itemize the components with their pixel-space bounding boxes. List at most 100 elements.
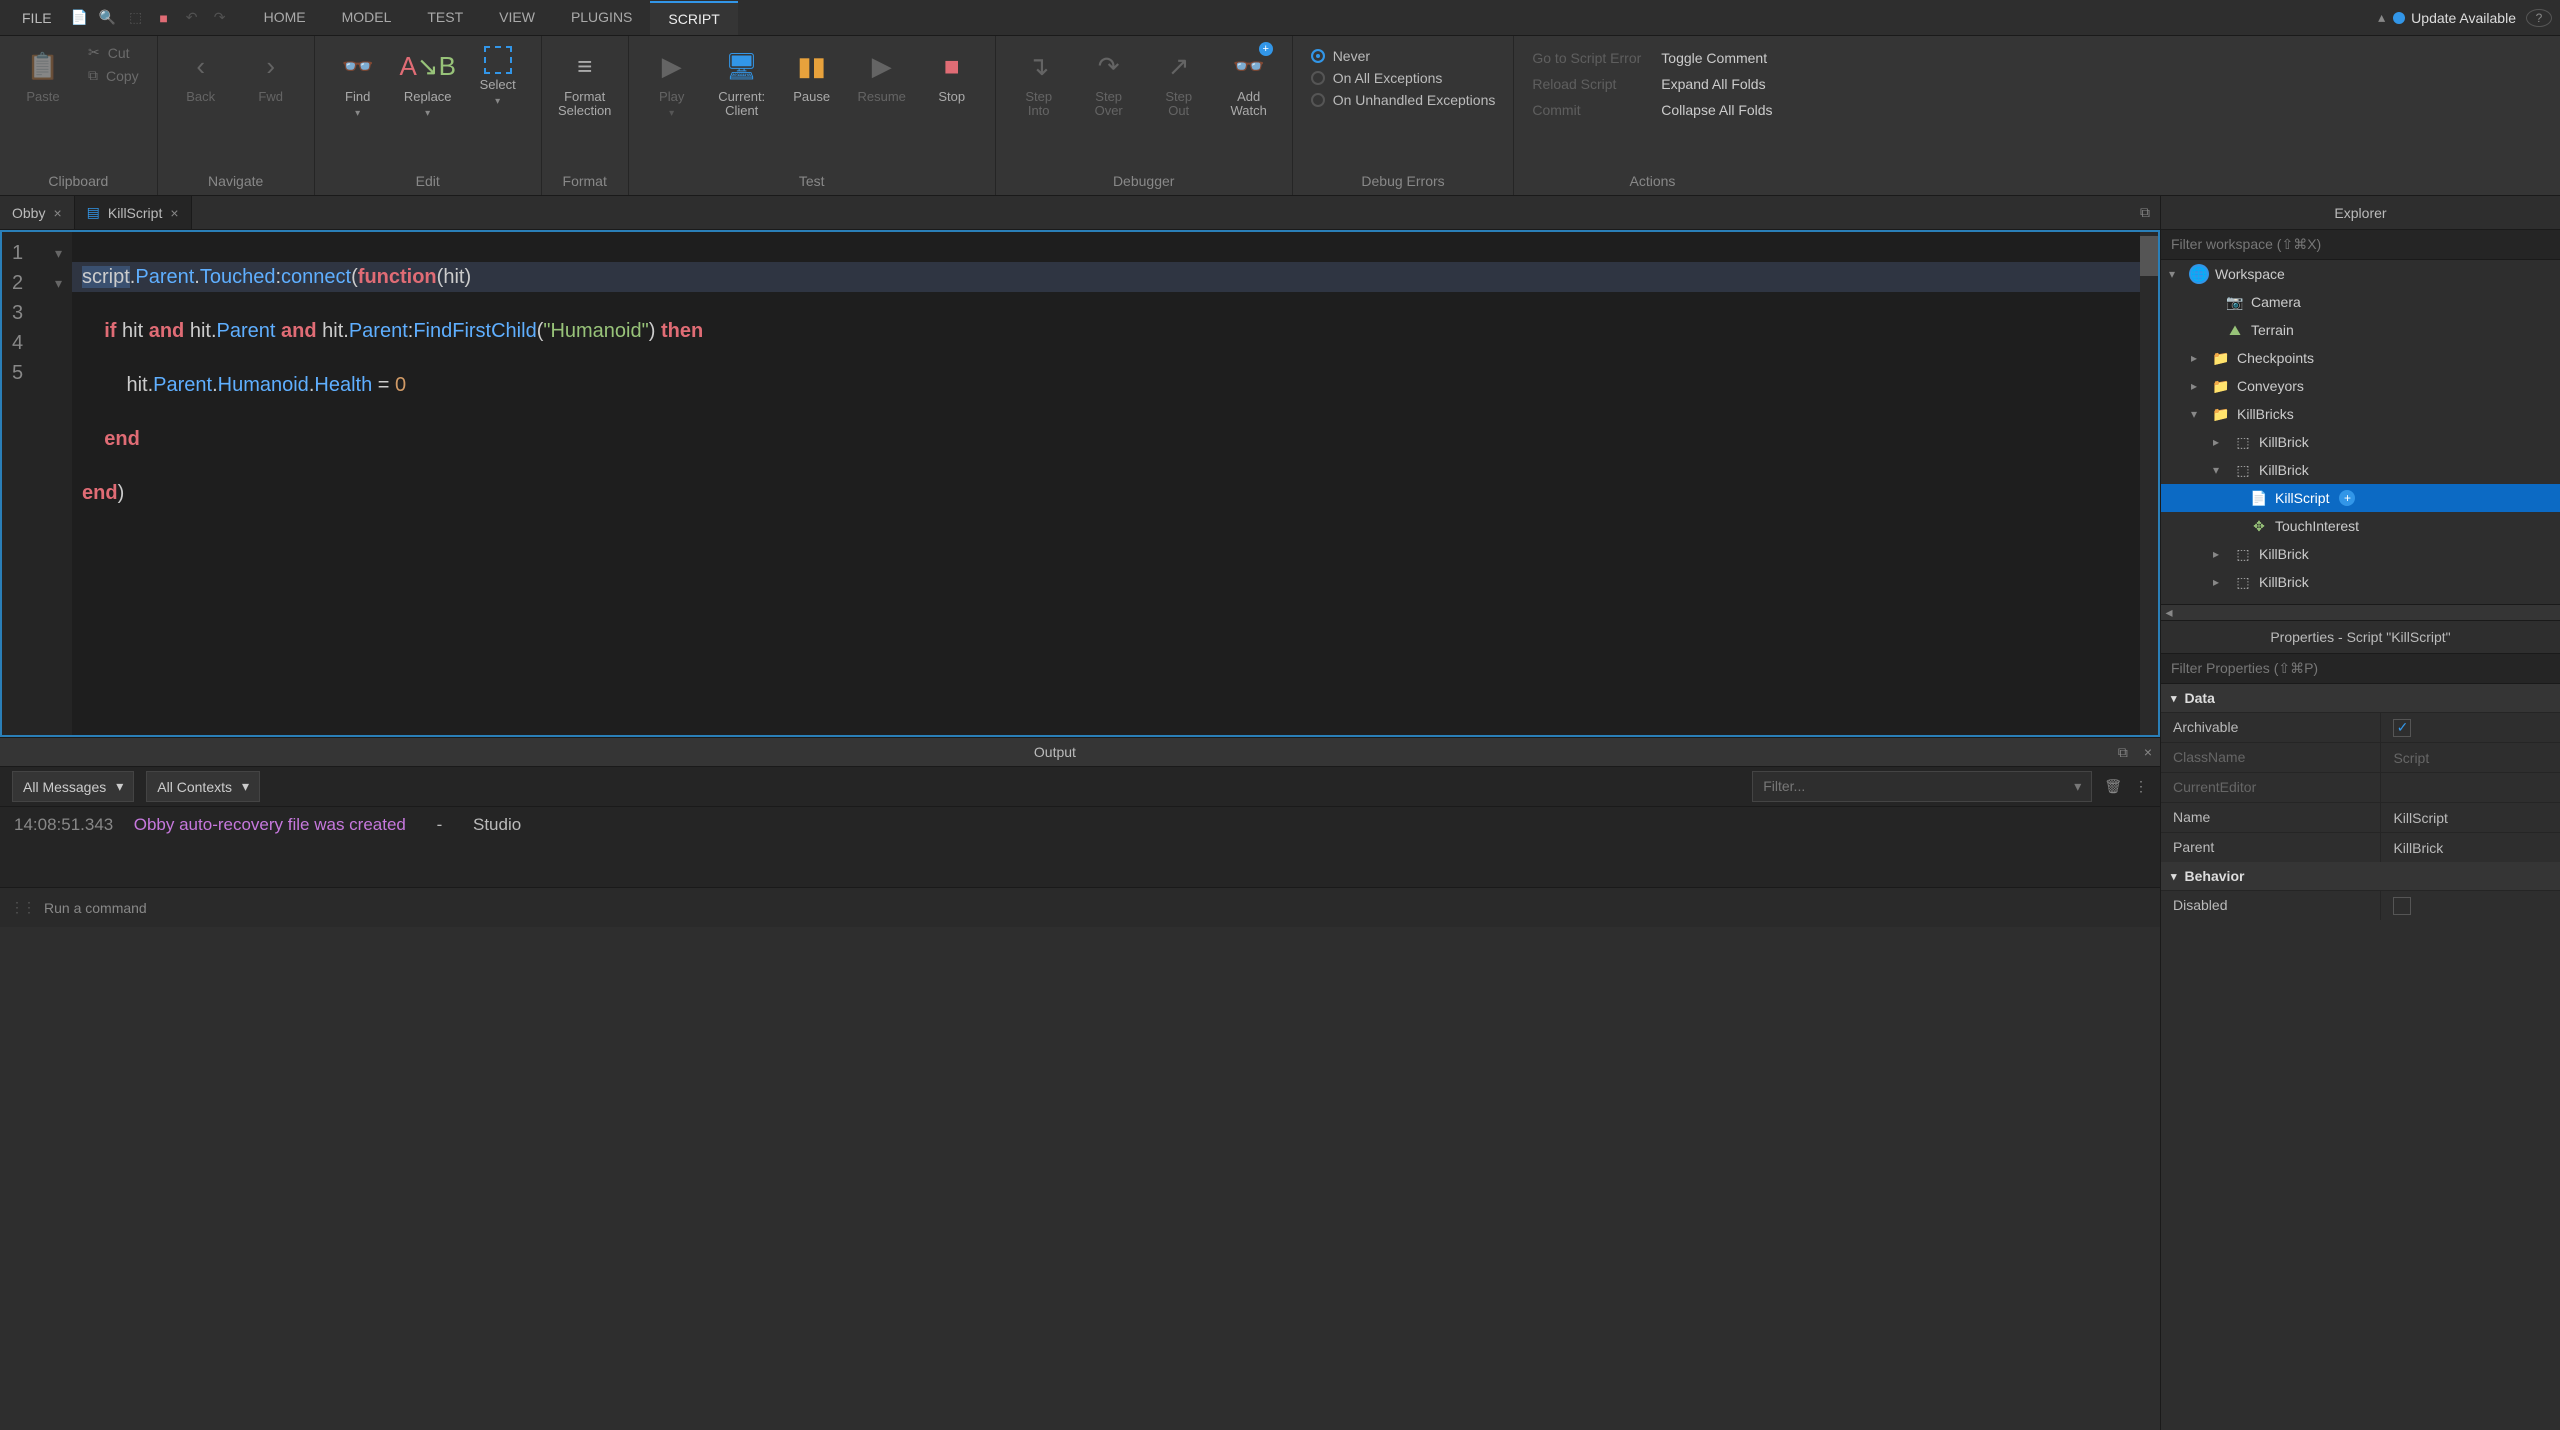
add-icon[interactable]: + — [2339, 490, 2355, 506]
left-pane: Obby× ▤KillScript× ⧉ 1▾ 2▾ 3 4 5 script.… — [0, 196, 2160, 1430]
goto-error-link[interactable]: Go to Script Error — [1524, 46, 1649, 70]
add-watch-button[interactable]: 👓+Add Watch — [1216, 42, 1282, 123]
tree-node-workspace[interactable]: ▾🌐Workspace — [2161, 260, 2560, 288]
tree-node-killbricks[interactable]: ▾📁KillBricks — [2161, 400, 2560, 428]
chevron-down-icon: ▾ — [2074, 778, 2081, 795]
chevron-down-icon[interactable]: ▾ — [2191, 407, 2205, 421]
current-client-button[interactable]: 🖥Current: Client — [709, 42, 775, 123]
step-over-button[interactable]: ↷Step Over — [1076, 42, 1142, 123]
tree-node-killbrick[interactable]: ▾⬚KillBrick — [2161, 456, 2560, 484]
trash-icon[interactable]: 🗑 — [2104, 778, 2122, 795]
copy-button[interactable]: ⧉Copy — [80, 65, 147, 86]
select-button[interactable]: Select▾ — [465, 42, 531, 111]
format-icon: ≡ — [565, 46, 605, 86]
step-into-button[interactable]: ↴Step Into — [1006, 42, 1072, 123]
collapse-folds-link[interactable]: Collapse All Folds — [1653, 98, 1780, 122]
format-selection-button[interactable]: ≡Format Selection — [552, 42, 618, 123]
find-button[interactable]: 👓Find▾ — [325, 42, 391, 123]
tree-node-killbrick[interactable]: ▸⬚KillBrick — [2161, 596, 2560, 604]
prop-parent[interactable]: ParentKillBrick — [2161, 832, 2560, 862]
fwd-button[interactable]: ›Fwd — [238, 42, 304, 108]
plugin-icon[interactable]: ⬚ — [126, 8, 146, 28]
code-body[interactable]: script.Parent.Touched:connect(function(h… — [72, 232, 2140, 735]
binoculars-icon[interactable]: 🔍 — [98, 8, 118, 28]
contexts-dropdown[interactable]: All Contexts▾ — [146, 771, 260, 802]
stop-button[interactable]: ■Stop — [919, 42, 985, 108]
chevron-right-icon[interactable]: ▸ — [2191, 379, 2205, 393]
back-button[interactable]: ‹Back — [168, 42, 234, 108]
doc-tab-obby[interactable]: Obby× — [0, 196, 75, 229]
tree-node-killbrick[interactable]: ▸⬚KillBrick — [2161, 428, 2560, 456]
checkbox-icon[interactable] — [2393, 897, 2411, 915]
checkbox-icon[interactable]: ✓ — [2393, 719, 2411, 737]
chevron-right-icon[interactable]: ▸ — [2213, 435, 2227, 449]
stop-qat-icon[interactable]: ■ — [154, 8, 174, 28]
explorer-tree[interactable]: ▾🌐Workspace 📷Camera ⛰Terrain ▸📁Checkpoin… — [2161, 260, 2560, 604]
tree-node-terrain[interactable]: ⛰Terrain — [2161, 316, 2560, 344]
replace-button[interactable]: A↘BReplace▾ — [395, 42, 461, 123]
tab-home[interactable]: HOME — [246, 1, 324, 35]
cut-button[interactable]: ✂Cut — [80, 42, 147, 63]
step-out-button[interactable]: ↗Step Out — [1146, 42, 1212, 123]
undo-icon[interactable]: ↶ — [182, 8, 202, 28]
redo-icon[interactable]: ↷ — [210, 8, 230, 28]
paste-button[interactable]: 📋Paste — [10, 42, 76, 108]
tree-node-killbrick[interactable]: ▸⬚KillBrick — [2161, 568, 2560, 596]
prop-disabled[interactable]: Disabled — [2161, 890, 2560, 920]
command-bar[interactable]: ⋮⋮ Run a command — [0, 887, 2160, 927]
chevron-right-icon[interactable]: ▸ — [2191, 351, 2205, 365]
popout-icon[interactable]: ⧉ — [2130, 196, 2160, 229]
doc-tab-killscript[interactable]: ▤KillScript× — [75, 196, 192, 229]
tree-scrollbar[interactable]: ◂ — [2161, 604, 2560, 620]
code-editor[interactable]: 1▾ 2▾ 3 4 5 script.Parent.Touched:connec… — [0, 230, 2160, 737]
tree-node-camera[interactable]: 📷Camera — [2161, 288, 2560, 316]
tree-node-killbrick[interactable]: ▸⬚KillBrick — [2161, 540, 2560, 568]
new-file-icon[interactable]: 📄 — [70, 8, 90, 28]
fold-icon[interactable]: ▾ — [55, 245, 62, 262]
reload-link[interactable]: Reload Script — [1524, 72, 1649, 96]
chevron-right-icon[interactable]: ▸ — [2213, 547, 2227, 561]
pause-button[interactable]: ▮▮Pause — [779, 42, 845, 108]
chevron-right-icon[interactable]: ▸ — [2213, 575, 2227, 589]
tab-plugins[interactable]: PLUGINS — [553, 1, 650, 35]
prop-section-behavior[interactable]: ▾Behavior — [2161, 862, 2560, 890]
properties-filter[interactable]: Filter Properties (⇧⌘P) — [2161, 654, 2560, 684]
commit-link[interactable]: Commit — [1524, 98, 1649, 122]
fold-icon[interactable]: ▾ — [55, 275, 62, 292]
collapse-ribbon-icon[interactable]: ▴ — [2370, 9, 2393, 26]
radio-on-unhandled[interactable]: On Unhandled Exceptions — [1303, 90, 1504, 110]
prop-section-data[interactable]: ▾Data — [2161, 684, 2560, 712]
close-icon[interactable]: × — [170, 205, 178, 221]
tab-view[interactable]: VIEW — [481, 1, 553, 35]
chevron-down-icon[interactable]: ▾ — [2169, 267, 2183, 281]
prop-name[interactable]: NameKillScript — [2161, 802, 2560, 832]
resume-button[interactable]: ▶Resume — [849, 42, 915, 108]
update-available[interactable]: Update Available — [2393, 10, 2516, 26]
chevron-down-icon[interactable]: ▾ — [2213, 463, 2227, 477]
tree-node-killscript[interactable]: 📄KillScript+ — [2161, 484, 2560, 512]
tree-node-touchinterest[interactable]: ✥TouchInterest — [2161, 512, 2560, 540]
play-button[interactable]: ▶Play▾ — [639, 42, 705, 123]
expand-folds-link[interactable]: Expand All Folds — [1653, 72, 1780, 96]
radio-on-all[interactable]: On All Exceptions — [1303, 68, 1504, 88]
file-menu[interactable]: FILE — [8, 10, 66, 26]
close-icon[interactable]: × — [2136, 744, 2160, 760]
close-icon[interactable]: × — [53, 205, 61, 221]
toggle-comment-link[interactable]: Toggle Comment — [1653, 46, 1780, 70]
group-edit: 👓Find▾ A↘BReplace▾ Select▾ Edit — [315, 36, 542, 195]
update-label: Update Available — [2411, 10, 2516, 26]
tree-node-checkpoints[interactable]: ▸📁Checkpoints — [2161, 344, 2560, 372]
scrollbar[interactable] — [2140, 232, 2158, 735]
explorer-filter[interactable]: Filter workspace (⇧⌘X) — [2161, 230, 2560, 260]
tab-model[interactable]: MODEL — [324, 1, 410, 35]
prop-archivable[interactable]: Archivable✓ — [2161, 712, 2560, 742]
output-filter-input[interactable]: Filter...▾ — [1752, 771, 2092, 802]
messages-dropdown[interactable]: All Messages▾ — [12, 771, 134, 802]
tab-script[interactable]: SCRIPT — [650, 1, 737, 35]
popout-icon[interactable]: ⧉ — [2110, 744, 2136, 761]
kebab-icon[interactable]: ⋮ — [2134, 778, 2148, 795]
tab-test[interactable]: TEST — [409, 1, 481, 35]
tree-node-conveyors[interactable]: ▸📁Conveyors — [2161, 372, 2560, 400]
help-icon[interactable]: ? — [2526, 9, 2552, 27]
radio-never[interactable]: Never — [1303, 46, 1504, 66]
